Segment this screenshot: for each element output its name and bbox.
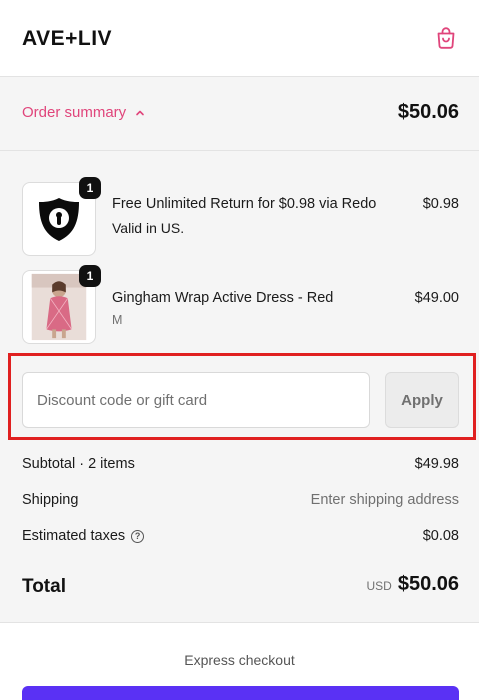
line-item: 1 Free Unlimited Return for $0.98 via Re…: [22, 177, 459, 256]
product-thumbnail: 1: [22, 177, 101, 256]
express-pay-button[interactable]: [22, 686, 459, 700]
redo-shield-logo: [39, 198, 79, 241]
express-checkout-heading: Express checkout: [184, 652, 295, 668]
apply-discount-button[interactable]: Apply: [385, 372, 459, 428]
chevron-up-icon: [136, 110, 144, 115]
taxes-value: $0.08: [422, 528, 459, 544]
item-variant: M: [112, 313, 123, 327]
help-circle-icon[interactable]: ?: [131, 530, 145, 543]
subtotal-value: $49.98: [414, 456, 459, 472]
item-price: $49.00: [414, 290, 459, 306]
taxes-row: Estimated taxes? $0.08: [22, 528, 459, 544]
product-thumbnail: 1: [22, 265, 101, 344]
total-amount: $50.06: [397, 573, 459, 595]
total-value: USD $50.06: [366, 573, 459, 596]
shopping-bag-icon[interactable]: [435, 26, 457, 50]
item-title: Gingham Wrap Active Dress - Red: [112, 290, 334, 306]
brand-logo[interactable]: AVE+LIV: [22, 27, 112, 51]
discount-code-input[interactable]: [22, 372, 370, 428]
line-item: 1 Gingham Wrap Active Dress - Red M $49.…: [22, 265, 459, 344]
item-title: Free Unlimited Return for $0.98 via Redo: [112, 196, 377, 212]
total-label: Total: [22, 576, 66, 597]
order-summary-total: $50.06: [397, 101, 459, 123]
header: AVE+LIV: [0, 0, 479, 77]
taxes-label: Estimated taxes: [22, 528, 126, 544]
item-subtitle: Valid in US.: [112, 220, 185, 236]
total-currency: USD: [366, 579, 392, 593]
item-price: $0.98: [422, 196, 459, 212]
order-summary-bar: Order summary $50.06: [0, 77, 479, 151]
quantity-badge: 1: [79, 177, 101, 199]
subtotal-label: Subtotal · 2 items: [22, 456, 135, 472]
subtotal-row: Subtotal · 2 items $49.98: [22, 456, 459, 472]
shipping-row: Shipping Enter shipping address: [22, 492, 459, 508]
quantity-badge: 1: [79, 265, 101, 287]
order-summary-toggle[interactable]: Order summary: [22, 104, 146, 121]
shipping-label: Shipping: [22, 492, 79, 508]
order-summary-panel: 1 Free Unlimited Return for $0.98 via Re…: [0, 151, 479, 623]
shipping-value: Enter shipping address: [310, 492, 459, 508]
order-summary-label: Order summary: [22, 104, 127, 121]
